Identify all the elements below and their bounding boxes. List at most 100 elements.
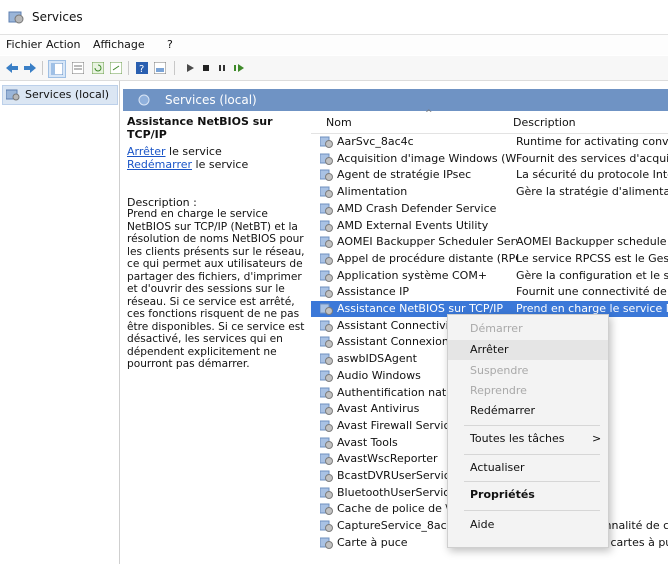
service-row[interactable]: Agent de stratégie IPsec La sécurité du p… — [311, 167, 668, 183]
menu-separator — [464, 425, 600, 426]
service-gear-icon — [320, 169, 333, 182]
service-gear-icon — [320, 236, 333, 249]
stop-icon[interactable] — [198, 60, 214, 76]
back-arrow-icon[interactable] — [4, 60, 20, 76]
service-row[interactable]: AMD External Events Utility — [311, 218, 668, 234]
restart-service-line: Redémarrer le service — [127, 158, 249, 171]
service-gear-icon — [320, 320, 333, 332]
description-text: Prend en charge le service NetBIOS sur T… — [127, 208, 305, 370]
menu-item-refresh[interactable]: Actualiser — [448, 458, 608, 478]
restart-icon[interactable] — [231, 60, 247, 76]
menu-separator — [464, 510, 600, 511]
column-headers: ^ Nom Description — [311, 109, 668, 134]
service-gear-icon — [320, 420, 333, 432]
stop-service-link[interactable]: Arrêter — [127, 145, 166, 158]
services-gear-icon — [6, 89, 20, 101]
service-gear-icon — [320, 387, 333, 399]
service-name: AMD External Events Utility — [337, 218, 489, 232]
service-row[interactable]: AarSvc_8ac4c Runtime for activating conve… — [311, 134, 668, 150]
menu-item-restart[interactable]: Redémarrer — [448, 401, 608, 421]
svg-text:?: ? — [139, 64, 144, 74]
service-description: Gère la stratégie d'alimentatio — [516, 185, 668, 199]
tree-node-services-local[interactable]: Services (local) — [2, 85, 118, 105]
forward-arrow-icon[interactable] — [22, 60, 38, 76]
service-row[interactable]: AOMEI Backupper Scheduler ServiceAOMEI B… — [311, 234, 668, 250]
service-description: Fournit une connectivité de tu — [516, 285, 668, 299]
service-gear-icon — [320, 220, 333, 232]
service-name: Acquisition d'image Windows (WIA) — [337, 151, 517, 165]
title-bar: Services — [0, 0, 668, 35]
service-name: Agent de stratégie IPsec — [337, 168, 472, 182]
sort-ascending-icon: ^ — [425, 109, 433, 119]
menu-separator — [464, 454, 600, 455]
menu-item-pause[interactable]: Suspendre — [448, 361, 608, 381]
service-row[interactable]: Assistance IP Fournit une connectivité de… — [311, 284, 668, 300]
service-gear-icon — [320, 503, 333, 516]
service-detail-pane: Assistance NetBIOS sur TCP/IP Arrêter le… — [121, 111, 311, 564]
service-row[interactable]: Acquisition d'image Windows (WIA) Fournit… — [311, 151, 668, 167]
service-gear-icon — [320, 136, 333, 148]
selected-service-name: Assistance NetBIOS sur TCP/IP — [127, 115, 273, 141]
menu-item-properties[interactable]: Propriétés — [448, 485, 608, 505]
service-gear-icon — [320, 520, 333, 533]
column-header-name[interactable]: Nom — [326, 116, 352, 129]
service-name: Alimentation — [337, 185, 408, 199]
service-row[interactable]: Alimentation Gère la stratégie d'alimenta… — [311, 184, 668, 200]
menu-bar: Fichier Action Affichage ? — [0, 35, 668, 55]
menu-action[interactable]: Action — [46, 38, 80, 51]
column-header-description[interactable]: Description — [513, 116, 576, 129]
service-description: Fournit des services d'acquisit — [516, 151, 668, 165]
service-gear-icon — [320, 353, 333, 366]
pause-icon[interactable] — [214, 60, 230, 76]
console-tree-icon[interactable] — [48, 60, 66, 78]
menu-fichier[interactable]: Fichier — [6, 38, 42, 51]
service-gear-icon — [320, 487, 333, 499]
tree-node-label: Services (local) — [25, 88, 110, 101]
service-gear-icon — [320, 336, 333, 349]
menu-item-stop[interactable]: Arrêter — [448, 340, 608, 360]
service-gear-icon — [320, 370, 333, 382]
list-view-icon[interactable] — [70, 60, 86, 76]
service-gear-icon — [320, 153, 333, 165]
service-name: AMD Crash Defender Service — [337, 201, 497, 215]
menu-help[interactable]: ? — [167, 38, 173, 51]
service-gear-icon — [320, 253, 333, 265]
help-icon[interactable]: ? — [134, 60, 150, 76]
service-row[interactable]: Appel de procédure distante (RPC) Le serv… — [311, 251, 668, 267]
refresh-icon[interactable] — [90, 60, 106, 76]
window-title: Services — [32, 10, 83, 24]
service-gear-icon — [320, 270, 333, 282]
service-description: Runtime for activating conver — [516, 135, 668, 148]
service-description: Le service RPCSS est le Gestion — [516, 251, 668, 265]
service-description: La sécurité du protocole Intern — [516, 168, 668, 182]
properties-icon[interactable] — [152, 60, 168, 76]
menu-item-help[interactable]: Aide — [448, 515, 608, 535]
service-name: Application système COM+ — [337, 268, 488, 282]
service-row[interactable]: Application système COM+ Gère la configur… — [311, 268, 668, 284]
menu-item-all-tasks[interactable]: Toutes les tâches > — [448, 429, 608, 449]
toolbar: ? — [0, 56, 668, 81]
service-gear-icon — [320, 537, 333, 549]
service-gear-icon — [320, 470, 333, 482]
service-row[interactable]: AMD Crash Defender Service — [311, 201, 668, 217]
menu-separator — [464, 481, 600, 482]
services-gear-icon — [8, 11, 24, 24]
service-name: Assistance IP — [337, 285, 409, 299]
panel-header: Services (local) — [121, 81, 668, 111]
menu-affichage[interactable]: Affichage — [93, 38, 145, 51]
service-gear-icon — [320, 186, 333, 199]
menu-item-start[interactable]: Démarrer — [448, 319, 608, 339]
service-gear-icon — [320, 203, 333, 215]
export-list-icon[interactable] — [108, 60, 124, 76]
service-gear-icon — [320, 286, 333, 299]
service-description: Gère la configuration et le suiv — [516, 268, 668, 282]
play-icon[interactable] — [182, 60, 198, 76]
stop-service-line: Arrêter le service — [127, 145, 222, 158]
service-description: AOMEI Backupper schedule ta — [516, 235, 668, 249]
services-gear-icon — [138, 94, 150, 106]
service-gear-icon — [320, 403, 333, 416]
service-gear-icon — [320, 437, 333, 449]
restart-service-link[interactable]: Redémarrer — [127, 158, 192, 171]
service-gear-icon — [320, 453, 333, 466]
menu-item-resume[interactable]: Reprendre — [448, 381, 608, 401]
